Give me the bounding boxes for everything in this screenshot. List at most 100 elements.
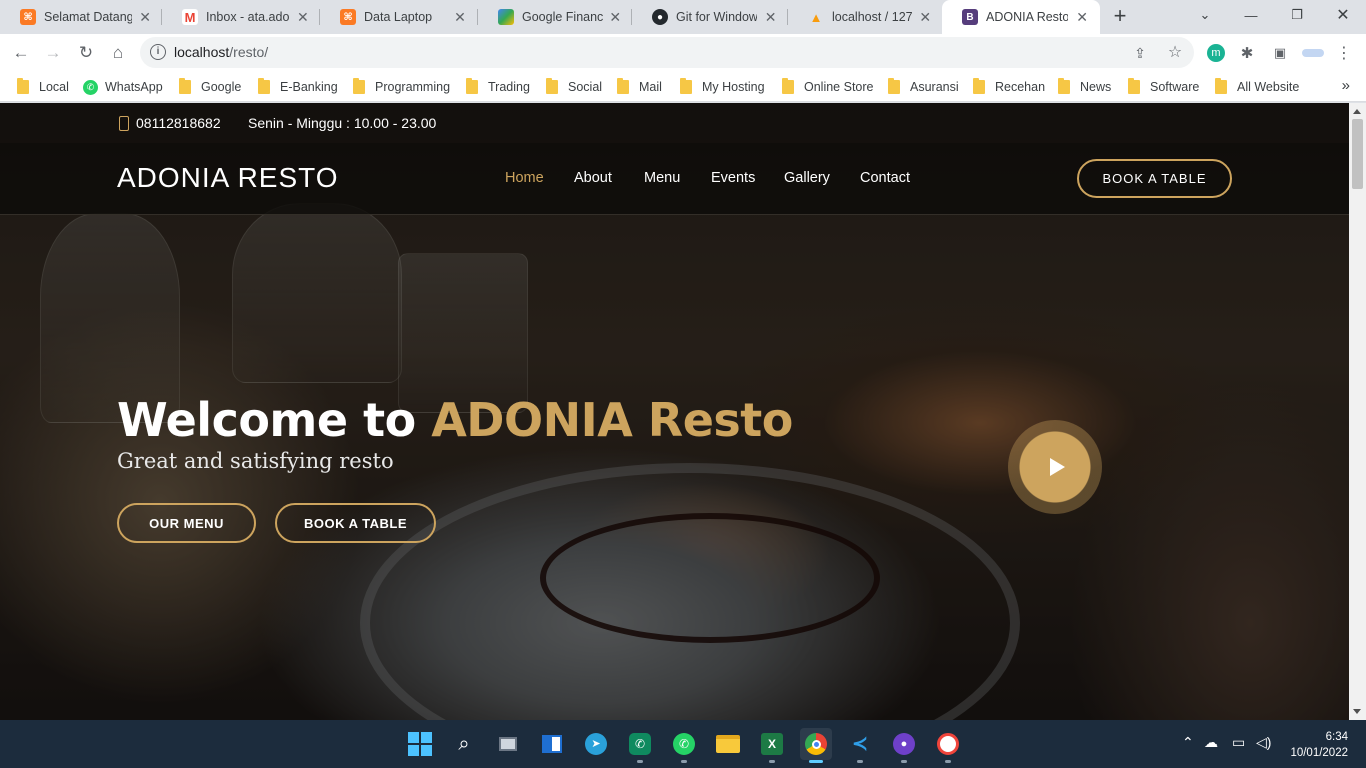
book-table-nav-button[interactable]: BOOK A TABLE (1077, 159, 1232, 198)
close-icon[interactable]: ✕ (138, 9, 152, 25)
restore-icon[interactable]: ❐ (1274, 0, 1320, 30)
bookmark-local[interactable]: Local (17, 77, 69, 97)
clock-date: 10/01/2022 (1290, 747, 1348, 759)
volume-icon[interactable]: ◁) (1256, 734, 1271, 751)
bookmark-asuransi[interactable]: Asuransi (888, 77, 959, 97)
nav-events[interactable]: Events (711, 170, 755, 186)
menu-kebab-icon[interactable]: ⋮ (1334, 43, 1354, 63)
bookmark-label: Recehan (995, 80, 1046, 94)
folder-icon (973, 78, 985, 94)
bookmark-programming[interactable]: Programming (353, 77, 450, 97)
nav-menu[interactable]: Menu (644, 170, 680, 186)
tab-title: Git for Windows (676, 10, 758, 24)
bookmark-label: Online Store (804, 80, 874, 94)
home-icon[interactable]: ⌂ (105, 40, 131, 66)
bookmark-recehan[interactable]: Recehan (973, 77, 1045, 97)
file-explorer-icon[interactable] (712, 728, 744, 760)
back-icon[interactable]: ← (8, 40, 34, 66)
reload-icon[interactable]: ↻ (73, 40, 99, 66)
bookmark-google[interactable]: Google (179, 77, 241, 97)
site-info-icon[interactable]: i (150, 44, 166, 60)
bookmark-star-icon[interactable]: ☆ (1165, 43, 1185, 63)
bookmark-software[interactable]: Software (1128, 77, 1199, 97)
bookmark-news[interactable]: News (1058, 77, 1111, 97)
widgets-icon[interactable] (536, 728, 568, 760)
network-icon[interactable]: ▭ (1232, 734, 1245, 751)
nav-contact[interactable]: Contact (860, 170, 910, 186)
forward-icon[interactable]: → (40, 40, 66, 66)
onedrive-icon[interactable]: ☁ (1204, 734, 1218, 751)
tray-overflow-icon[interactable]: ⌃ (1182, 734, 1194, 751)
close-icon[interactable]: ✕ (1074, 9, 1090, 25)
telegram-icon[interactable]: ➤ (580, 728, 612, 760)
scroll-down-icon[interactable] (1353, 709, 1361, 714)
search-icon[interactable]: ⌕ (448, 728, 480, 760)
nav-home[interactable]: Home (505, 170, 544, 186)
nav-gallery[interactable]: Gallery (784, 170, 830, 186)
close-icon[interactable]: ✕ (452, 9, 468, 25)
tab-title: Inbox - ata.adoni (206, 10, 290, 24)
page-scrollbar[interactable] (1349, 103, 1366, 720)
scroll-up-icon[interactable] (1353, 109, 1361, 114)
bookmark-label: Trading (488, 80, 530, 94)
phone-icon (119, 115, 129, 131)
tab-phpmyadmin[interactable]: ▲ localhost / 127.0. ✕ (788, 0, 942, 34)
bookmark-label: My Hosting (702, 80, 765, 94)
side-panel-icon[interactable]: ▣ (1270, 43, 1290, 63)
tab-selamat-datang[interactable]: ⌘ Selamat Datang D ✕ (0, 0, 162, 34)
bookmark-mail[interactable]: Mail (617, 77, 662, 97)
tab-search-icon[interactable]: ⌄ (1182, 0, 1228, 30)
bookmark-online-store[interactable]: Online Store (782, 77, 873, 97)
scrollbar-thumb[interactable] (1352, 119, 1363, 189)
hero-title-prefix: Welcome to (117, 393, 432, 447)
site-logo[interactable]: ADONIA RESTO (117, 162, 339, 194)
close-icon[interactable]: ✕ (763, 9, 778, 25)
play-icon (1049, 458, 1065, 476)
bookmark-my-hosting[interactable]: My Hosting (680, 77, 765, 97)
tab-data-laptop[interactable]: ⌘ Data Laptop ✕ (320, 0, 478, 34)
bookmark-label: Mail (639, 80, 662, 94)
nav-about[interactable]: About (574, 170, 612, 186)
bookmark-ebanking[interactable]: E-Banking (258, 77, 338, 97)
bookmarks-overflow-icon[interactable]: » (1342, 77, 1350, 94)
bookmark-label: E-Banking (280, 80, 338, 94)
close-icon[interactable]: ✕ (918, 9, 932, 25)
minimize-icon[interactable]: — (1228, 0, 1274, 30)
play-video-button[interactable] (1008, 420, 1102, 514)
tab-adonia-resto[interactable]: B ADONIA Resto ✕ (942, 0, 1100, 34)
profile-avatar[interactable]: m (1207, 44, 1225, 62)
tab-title: Selamat Datang D (44, 10, 133, 24)
whatsapp-desktop-icon[interactable]: ✆ (624, 728, 656, 763)
bookmark-social[interactable]: Social (546, 77, 602, 97)
github-desktop-icon[interactable]: ● (888, 728, 920, 763)
share-icon[interactable]: ⇪ (1130, 43, 1150, 63)
tab-google-finance[interactable]: Google Finance - ✕ (478, 0, 632, 34)
close-window-icon[interactable]: ✕ (1320, 0, 1366, 30)
tab-inbox[interactable]: M Inbox - ata.adoni ✕ (162, 0, 320, 34)
close-icon[interactable]: ✕ (296, 9, 310, 25)
extension-badge-icon[interactable] (1300, 43, 1326, 63)
vscode-icon[interactable]: ≺ (844, 728, 876, 763)
page-viewport: 08112818682 Senin - Minggu : 10.00 - 23.… (0, 103, 1349, 720)
bookmark-trading[interactable]: Trading (466, 77, 530, 97)
excel-icon[interactable]: X (756, 728, 788, 763)
bookmark-label: Programming (375, 80, 451, 94)
folder-icon (17, 78, 29, 94)
tab-git-for-windows[interactable]: ● Git for Windows ✕ (632, 0, 788, 34)
our-menu-button[interactable]: OUR MENU (117, 503, 256, 543)
windows-start-icon[interactable] (404, 728, 436, 760)
system-clock[interactable]: 6:34 10/01/2022 (1286, 729, 1348, 761)
whatsapp-icon[interactable]: ✆ (668, 728, 700, 763)
anydesk-icon[interactable] (932, 728, 964, 763)
close-icon[interactable]: ✕ (609, 9, 622, 25)
task-view-icon[interactable] (492, 728, 524, 760)
phpmyadmin-icon: ▲ (809, 9, 823, 25)
new-tab-button[interactable]: + (1108, 5, 1132, 29)
address-bar[interactable]: i localhost/resto/ ⇪ ☆ (140, 37, 1194, 68)
book-table-hero-button[interactable]: BOOK A TABLE (275, 503, 436, 543)
chrome-icon[interactable] (800, 728, 832, 763)
address-url[interactable]: localhost/resto/ (174, 44, 268, 60)
extensions-icon[interactable]: ✱ (1237, 43, 1257, 63)
bookmark-whatsapp[interactable]: ✆ WhatsApp (83, 77, 163, 97)
bookmark-all-website[interactable]: All Website (1215, 77, 1299, 97)
